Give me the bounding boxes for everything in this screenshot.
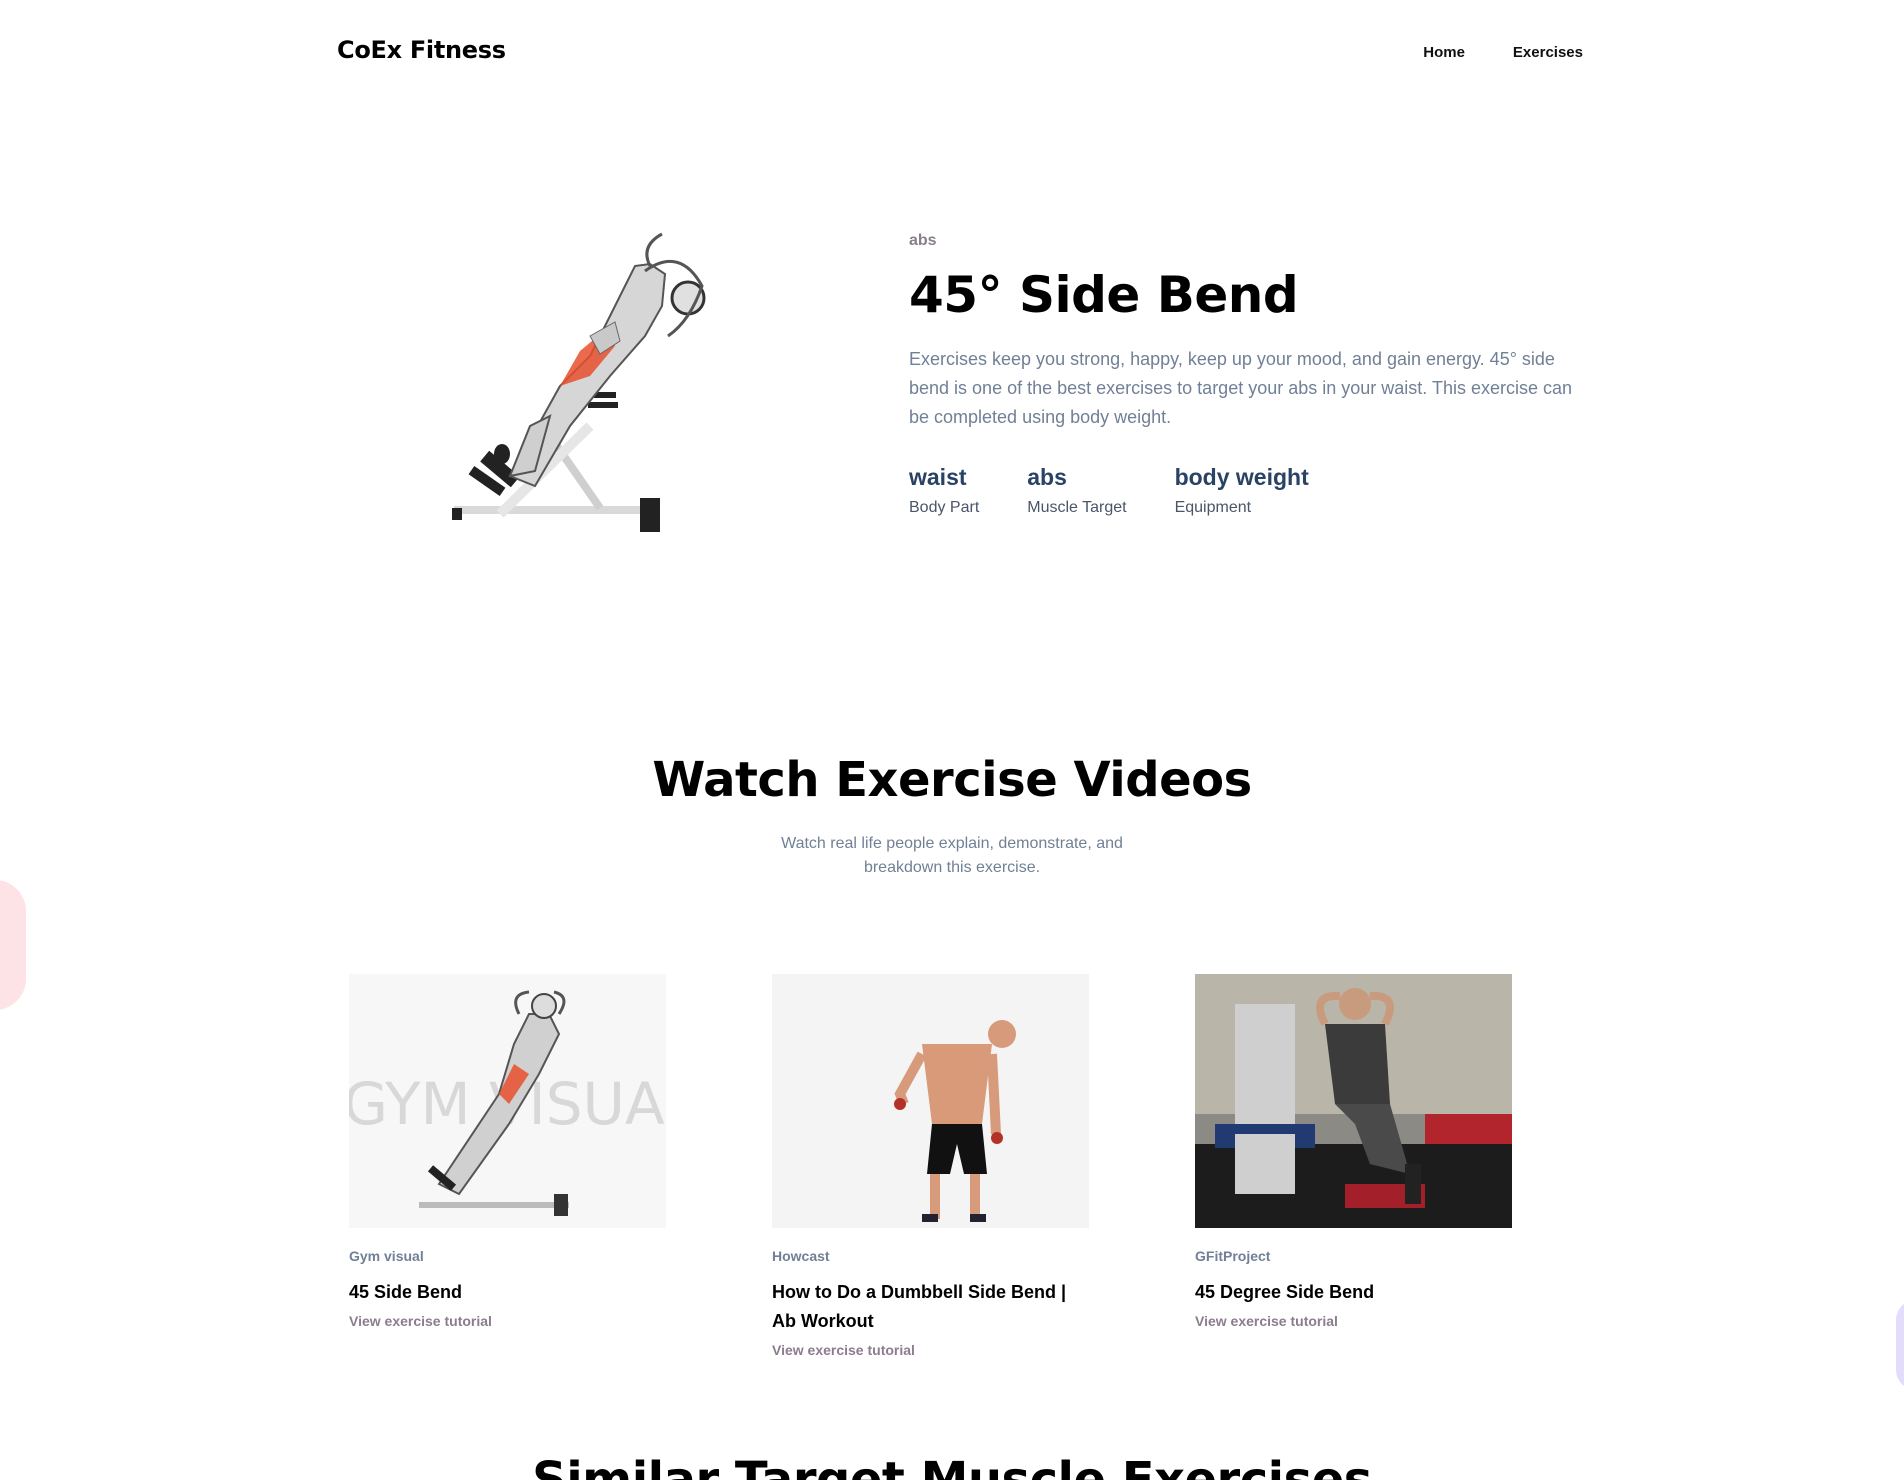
exercise-illustration <box>440 226 740 546</box>
decorative-blob-right <box>1896 1300 1904 1390</box>
video-thumbnail-image <box>894 1020 1016 1222</box>
exercise-details: abs 45° Side Bend Exercises keep you str… <box>909 232 1589 517</box>
video-card[interactable]: Howcast How to Do a Dumbbell Side Bend |… <box>772 974 1089 1358</box>
video-title[interactable]: How to Do a Dumbbell Side Bend | Ab Work… <box>772 1278 1089 1336</box>
stat-value: abs <box>1027 464 1067 490</box>
stat-label: Equipment <box>1174 499 1252 516</box>
stat-label: Muscle Target <box>1027 499 1127 516</box>
video-channel: Howcast <box>772 1248 830 1264</box>
view-tutorial-link[interactable]: View exercise tutorial <box>349 1313 666 1329</box>
exercise-stats: waist Body Part abs Muscle Target body w… <box>909 464 1589 517</box>
view-tutorial-link[interactable]: View exercise tutorial <box>1195 1313 1512 1329</box>
exercise-tag: abs <box>909 232 937 249</box>
main-nav: Home Exercises <box>1423 44 1583 61</box>
similar-exercises-title: Similar Target Muscle Exercises <box>532 1452 1372 1480</box>
stat-value: body weight <box>1174 464 1309 490</box>
video-title[interactable]: 45 Degree Side Bend <box>1195 1278 1512 1307</box>
stat-value: waist <box>909 464 967 490</box>
videos-section-subtitle: Watch real life people explain, demonstr… <box>781 835 1123 876</box>
stat-label: Body Part <box>909 499 980 516</box>
stat-muscle-target: abs Muscle Target <box>1027 464 1126 517</box>
nav-exercises-link[interactable]: Exercises <box>1513 44 1583 61</box>
video-card[interactable]: GYM VISUA Gym visual 45 Side Bend View e… <box>349 974 666 1358</box>
video-thumbnail-image: GYM VISUA <box>349 990 665 1216</box>
video-thumbnail-image <box>1195 974 1512 1228</box>
exercise-title: 45° Side Bend <box>909 266 1299 324</box>
stat-body-part: waist Body Part <box>909 464 979 517</box>
decorative-blob-left <box>0 880 26 1010</box>
video-thumbnail[interactable] <box>1195 974 1512 1228</box>
exercise-description: Exercises keep you strong, happy, keep u… <box>909 349 1573 427</box>
videos-section-title: Watch Exercise Videos <box>652 752 1252 808</box>
video-channel: GFitProject <box>1195 1248 1271 1264</box>
video-channel: Gym visual <box>349 1248 424 1264</box>
video-cards: GYM VISUA Gym visual 45 Side Bend View e… <box>349 974 1512 1358</box>
video-title[interactable]: 45 Side Bend <box>349 1278 666 1307</box>
nav-home-link[interactable]: Home <box>1423 44 1465 61</box>
video-card[interactable]: GFitProject 45 Degree Side Bend View exe… <box>1195 974 1512 1358</box>
view-tutorial-link[interactable]: View exercise tutorial <box>772 1342 1089 1358</box>
video-thumbnail[interactable] <box>772 974 1089 1228</box>
brand-logo[interactable]: CoEx Fitness <box>337 36 506 64</box>
stat-equipment: body weight Equipment <box>1175 464 1309 517</box>
video-thumbnail[interactable]: GYM VISUA <box>349 974 666 1228</box>
